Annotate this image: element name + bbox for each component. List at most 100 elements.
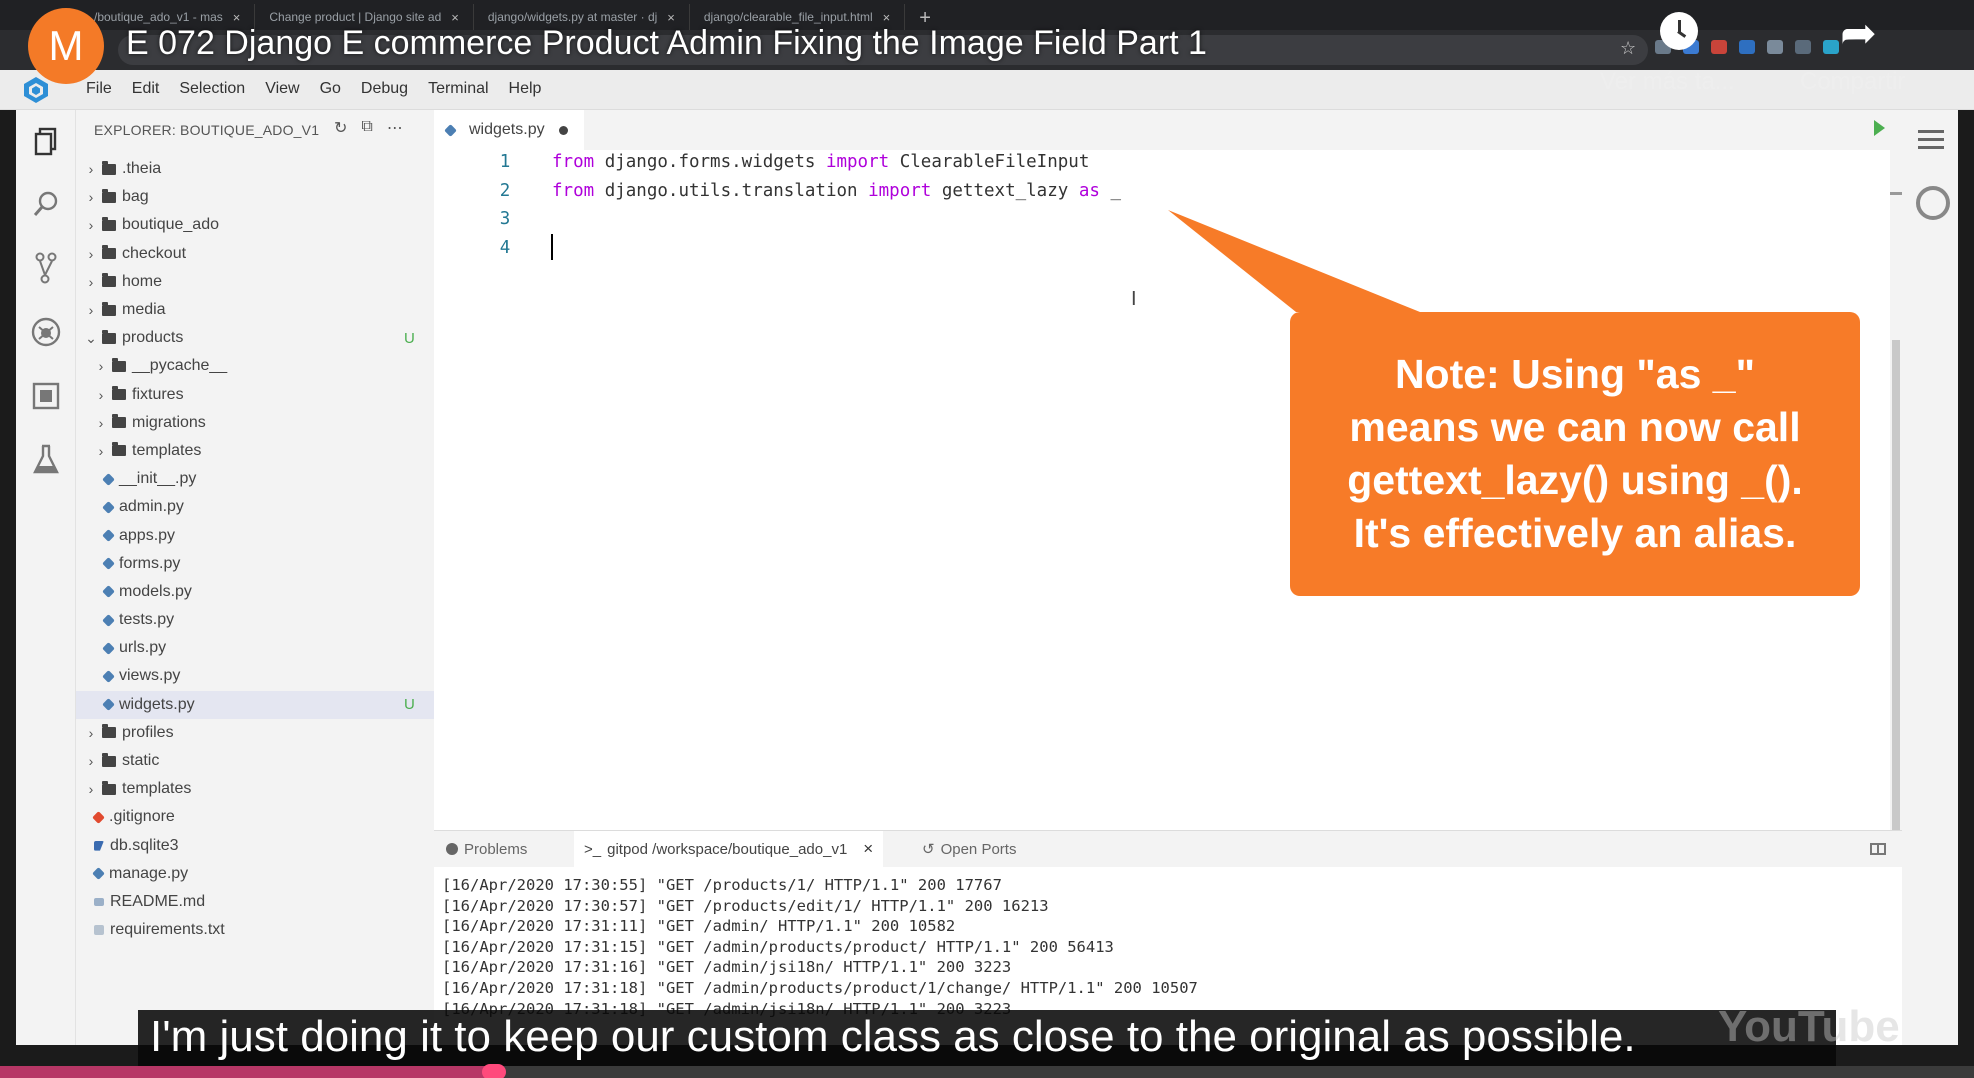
editor-tab-widgets[interactable]: widgets.py (434, 110, 584, 150)
tab-ports-label: Open Ports (940, 840, 1017, 858)
close-icon[interactable]: × (883, 10, 891, 25)
tree-file[interactable]: tests.py (76, 606, 434, 634)
tree-file[interactable]: urls.py (76, 634, 434, 662)
more-icon[interactable]: ⋯ (387, 118, 403, 138)
extensions-icon[interactable] (30, 380, 62, 412)
close-icon[interactable]: × (667, 10, 675, 25)
extension-icon[interactable] (1823, 40, 1839, 54)
editor-tab-label: widgets.py (469, 121, 545, 138)
tree-file[interactable]: .gitignore (76, 803, 434, 831)
chevron-right-icon[interactable]: › (94, 443, 108, 459)
chevron-right-icon[interactable]: › (84, 161, 98, 177)
tree-file[interactable]: views.py (76, 662, 434, 690)
terminal-output[interactable]: [16/Apr/2020 17:30:55] "GET /products/1/… (442, 875, 1198, 1019)
close-icon[interactable]: × (451, 10, 459, 25)
tree-file[interactable]: forms.py (76, 550, 434, 578)
chevron-right-icon[interactable]: › (84, 246, 98, 262)
watch-later-label[interactable]: Ver más ta... (1600, 68, 1735, 96)
tree-file[interactable]: widgets.py U (76, 690, 434, 719)
tree-file[interactable]: models.py (76, 578, 434, 606)
clock-icon[interactable] (1660, 12, 1698, 50)
tree-folder[interactable]: › bag (76, 183, 434, 211)
tree-folder[interactable]: › home (76, 268, 434, 296)
tree-file[interactable]: db.sqlite3 (76, 832, 434, 860)
tab-open-ports[interactable]: ↺ Open Ports (922, 831, 1016, 867)
chevron-down-icon[interactable]: ⌄ (84, 330, 98, 347)
tree-folder[interactable]: › boutique_ado (76, 211, 434, 239)
youtube-logo[interactable]: YouTube (1718, 1002, 1900, 1052)
chevron-right-icon[interactable]: › (94, 387, 108, 403)
debug-icon[interactable] (30, 316, 62, 348)
chevron-right-icon[interactable]: › (84, 217, 98, 233)
video-title[interactable]: E 072 Django E commerce Product Admin Fi… (126, 24, 1207, 63)
bookmark-star-icon[interactable]: ☆ (1620, 38, 1636, 59)
tree-file[interactable]: admin.py (76, 493, 434, 521)
tree-item-label: admin.py (119, 498, 184, 516)
share-arrow-icon[interactable]: ➦ (1840, 8, 1877, 59)
tab-problems[interactable]: Problems (446, 831, 527, 867)
py-file-icon (102, 698, 115, 712)
tree-file[interactable]: README.md (76, 888, 434, 916)
tree-folder[interactable]: › profiles (76, 719, 434, 747)
chevron-right-icon[interactable]: › (94, 358, 108, 374)
chevron-right-icon[interactable]: › (84, 753, 98, 769)
files-icon[interactable] (30, 126, 62, 158)
extension-icon[interactable] (1739, 40, 1755, 54)
channel-avatar[interactable]: M (28, 8, 104, 84)
share-label[interactable]: Compartir (1800, 68, 1905, 96)
folder-icon (112, 357, 126, 372)
mouse-ibeam-icon: I (1131, 288, 1137, 310)
tree-item-label: widgets.py (119, 695, 195, 713)
tree-folder[interactable]: › fixtures (76, 381, 434, 409)
tree-folder[interactable]: › checkout (76, 240, 434, 268)
menu-edit[interactable]: Edit (132, 80, 160, 98)
unsaved-dot-icon[interactable] (558, 125, 568, 135)
tree-file[interactable]: requirements.txt (76, 916, 434, 944)
menu-debug[interactable]: Debug (361, 80, 408, 98)
tree-folder[interactable]: › __pycache__ (76, 352, 434, 380)
menu-file[interactable]: File (86, 80, 112, 98)
menu-terminal[interactable]: Terminal (428, 80, 488, 98)
menu-selection[interactable]: Selection (179, 80, 245, 98)
chevron-right-icon[interactable]: › (84, 274, 98, 290)
tree-folder[interactable]: › .theia (76, 155, 434, 183)
tree-folder[interactable]: ⌄ products U (76, 324, 434, 352)
editor-scrollbar[interactable] (1890, 150, 1902, 830)
extension-icon[interactable] (1795, 40, 1811, 54)
progress-scrubber[interactable] (481, 1064, 506, 1078)
video-progress-bar[interactable] (0, 1064, 1974, 1078)
refresh-icon[interactable]: ↻ (334, 118, 347, 138)
line-number: 2 (499, 180, 511, 201)
chevron-right-icon[interactable]: › (84, 189, 98, 205)
tree-folder[interactable]: › templates (76, 437, 434, 465)
chevron-right-icon[interactable]: › (84, 302, 98, 318)
source-control-icon[interactable] (30, 252, 62, 284)
run-icon[interactable] (1874, 120, 1885, 136)
menu-help[interactable]: Help (509, 80, 542, 98)
tree-folder[interactable]: › static (76, 747, 434, 775)
menu-go[interactable]: Go (320, 80, 341, 98)
outline-icon[interactable] (1918, 130, 1944, 150)
menu-view[interactable]: View (265, 80, 299, 98)
terminal-line: [16/Apr/2020 17:31:18] "GET /admin/produ… (442, 978, 1198, 997)
tree-file[interactable]: apps.py (76, 521, 434, 549)
tree-folder[interactable]: › migrations (76, 409, 434, 437)
tab-terminal[interactable]: >_ gitpod /workspace/boutique_ado_v1 × (574, 831, 884, 867)
search-icon[interactable] (30, 188, 62, 220)
collapse-all-icon[interactable]: ⧉ (361, 118, 372, 138)
tree-file[interactable]: __init__.py (76, 465, 434, 493)
close-icon[interactable]: × (863, 839, 873, 859)
maximize-panel-icon[interactable] (1870, 843, 1886, 855)
tree-file[interactable]: manage.py (76, 860, 434, 888)
chevron-right-icon[interactable]: › (84, 781, 98, 797)
github-icon[interactable] (1916, 186, 1950, 220)
chevron-right-icon[interactable]: › (94, 415, 108, 431)
extension-icon[interactable] (1767, 40, 1783, 54)
tree-folder[interactable]: › media (76, 296, 434, 324)
tree-folder[interactable]: › templates (76, 775, 434, 803)
extension-icon[interactable] (1711, 40, 1727, 54)
chevron-right-icon[interactable]: › (84, 725, 98, 741)
test-flask-icon[interactable] (30, 444, 62, 476)
close-icon[interactable]: × (233, 10, 241, 25)
scroll-thumb[interactable] (1892, 340, 1900, 830)
